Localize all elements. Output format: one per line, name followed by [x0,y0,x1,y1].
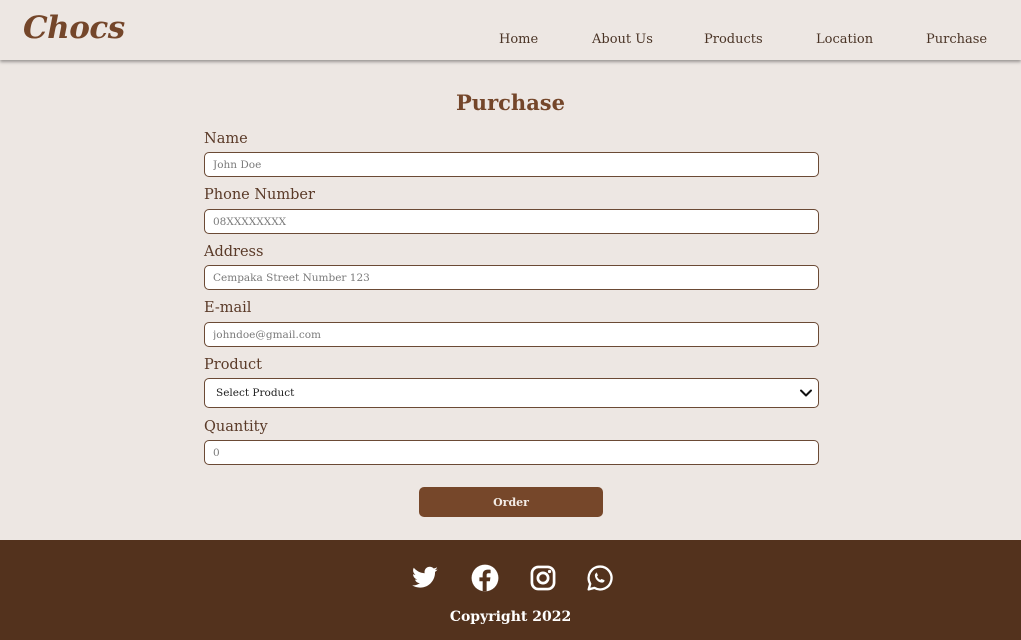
nav-link-location[interactable]: Location [816,32,873,47]
product-label: Product [204,357,262,373]
phone-label: Phone Number [204,187,315,203]
address-input[interactable] [204,265,819,290]
nav-links: Home About Us Products Location Purchase [0,32,1021,52]
navbar: Chocs Home About Us Products Location Pu… [0,0,1021,60]
name-label: Name [204,131,248,147]
whatsapp-icon[interactable] [586,564,614,592]
name-input[interactable] [204,152,819,177]
nav-link-home[interactable]: Home [499,32,538,47]
product-select-value: Select Product [216,387,295,399]
facebook-icon[interactable] [471,564,499,592]
phone-input[interactable] [204,209,819,234]
order-button[interactable]: Order [419,487,603,517]
page-title: Purchase [456,90,565,115]
twitter-icon[interactable] [411,564,439,592]
chevron-down-icon [800,389,812,397]
footer: Copyright 2022 [0,540,1021,640]
nav-link-products[interactable]: Products [704,32,763,47]
nav-link-purchase[interactable]: Purchase [926,32,987,47]
quantity-input[interactable] [204,440,819,465]
product-select[interactable]: Select Product [204,378,819,408]
nav-link-about-us[interactable]: About Us [592,32,653,47]
quantity-label: Quantity [204,419,268,435]
address-label: Address [204,244,264,260]
email-label: E-mail [204,300,252,316]
copyright-text: Copyright 2022 [449,609,572,625]
instagram-icon[interactable] [529,564,557,592]
email-input[interactable] [204,322,819,347]
